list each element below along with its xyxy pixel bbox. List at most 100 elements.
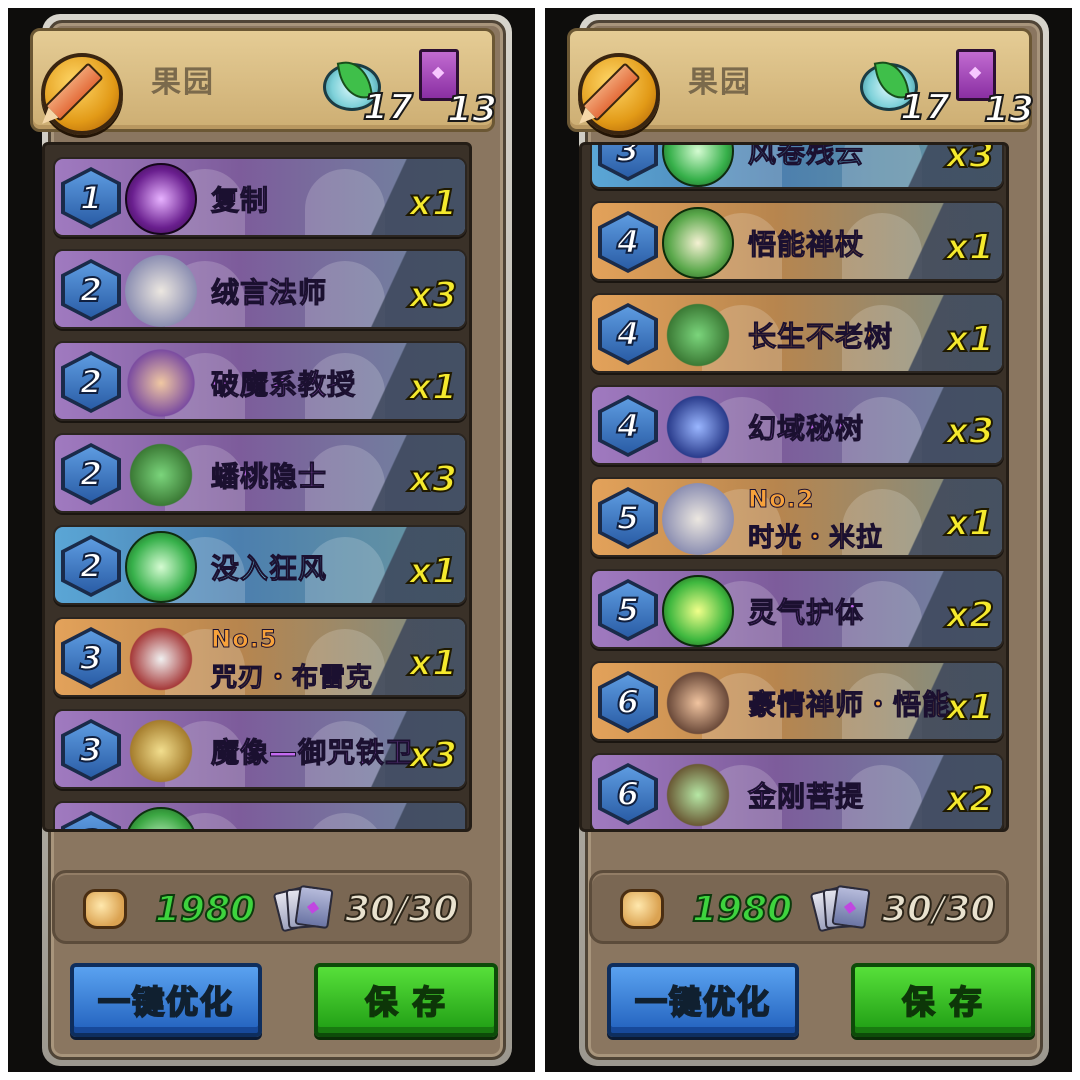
card-quantity: x1	[408, 550, 458, 593]
card-cost: 2	[79, 270, 103, 310]
card-name: 悟能禅杖	[747, 228, 865, 262]
card-cost: 4	[616, 406, 640, 446]
card-row[interactable]: 6 金刚菩提 x2	[590, 753, 1004, 829]
save-button[interactable]: 保 存	[851, 963, 1035, 1037]
card-quantity: x3	[945, 410, 995, 453]
card-name: 幻域秘树	[747, 412, 865, 446]
card-name: 魔像—御咒铁卫	[210, 736, 415, 770]
deck-title: 果园	[151, 65, 215, 100]
deck-stats: 1980 30/30	[52, 870, 472, 944]
card-quantity: x3	[408, 734, 458, 777]
card-row[interactable]: 3 风卷残云 x3	[590, 142, 1004, 189]
card-name: 没入狂风	[210, 552, 328, 586]
auto-optimize-button[interactable]: 一键优化	[607, 963, 799, 1037]
golden-golem-icon	[125, 715, 197, 787]
card-quantity: x2	[945, 778, 995, 821]
book-count: 13	[446, 88, 498, 131]
card-name: 乾坤印	[210, 823, 298, 830]
card-row[interactable]: 5 灵气护体 x2	[590, 569, 1004, 649]
card-number: No.5	[210, 625, 278, 654]
card-name: 时光・米拉	[747, 523, 884, 554]
card-row[interactable]: 2 绒言法师 x3	[53, 249, 467, 329]
card-cost: 2	[79, 546, 103, 586]
card-name: 复制	[210, 184, 270, 218]
deck-panel-left: 果园 17 13 1 复制 x1 2 绒言法师 x3 2 破魔系教授 x1 2 蟠桃隐士 x3 2 没入狂…	[8, 8, 535, 1072]
card-row[interactable]: 3 魔像—御咒铁卫 x3	[53, 709, 467, 789]
card-name: 长生不老树	[747, 320, 894, 354]
card-stack-icon	[809, 884, 871, 933]
deck-header: 果园 17 13	[567, 28, 1035, 135]
deck-power: 1980	[154, 888, 256, 931]
card-row[interactable]: 5 No.2 时光・米拉 x1	[590, 477, 1004, 557]
card-quantity: x3	[408, 274, 458, 317]
deck-card-count: 30/30	[344, 888, 459, 931]
armored-knight-icon	[125, 623, 197, 695]
card-row[interactable]: 3 No.5 咒刃・布雷克 x1	[53, 617, 467, 697]
card-cost: 3	[61, 822, 121, 829]
leaf-count: 17	[362, 86, 414, 129]
card-name: 风卷残云	[747, 142, 865, 170]
card-cost: 3	[79, 638, 103, 678]
peach-tree-hermit-icon	[125, 439, 197, 511]
card-list[interactable]: 1 复制 x1 2 绒言法师 x3 2 破魔系教授 x1 2 蟠桃隐士 x3 2 没入狂风 x1 3 No.5 咒…	[42, 142, 472, 832]
card-name: 豪情禅师・悟能	[747, 688, 952, 722]
card-name: 灵气护体	[747, 596, 865, 630]
ancient-tree-icon	[662, 299, 734, 371]
save-button[interactable]: 保 存	[314, 963, 498, 1037]
card-quantity: x3	[945, 142, 995, 177]
card-quantity: x1	[945, 226, 995, 269]
fist-power-icon	[620, 889, 664, 929]
card-row[interactable]: 6 豪情禅师・悟能 x1	[590, 661, 1004, 741]
card-quantity: x1	[408, 642, 458, 685]
card-cost: 3	[616, 142, 640, 170]
card-row[interactable]: 2 没入狂风 x1	[53, 525, 467, 605]
card-cost: 5	[616, 498, 640, 538]
card-cost: 6	[616, 682, 640, 722]
deck-header: 果园 17 13	[30, 28, 498, 135]
book-count: 13	[983, 88, 1035, 131]
card-cost: 2	[79, 362, 103, 402]
card-quantity: x1	[945, 318, 995, 361]
card-list[interactable]: 3 风卷残云 x3 4 悟能禅杖 x1 4 长生不老树 x1 4 幻域秘树 x3 5 No.2 时光・米拉 x…	[579, 142, 1009, 832]
card-name: 蟠桃隐士	[210, 460, 328, 494]
card-cost: 6	[616, 774, 640, 814]
card-row[interactable]: 2 蟠桃隐士 x3	[53, 433, 467, 513]
card-cost: 1	[79, 178, 103, 218]
card-name: 金刚菩提	[747, 780, 865, 814]
monk-warrior-icon	[662, 667, 734, 739]
bodhi-tree-icon	[662, 759, 734, 829]
card-quantity: x2	[945, 594, 995, 637]
card-cost: 2	[79, 454, 103, 494]
deck-title: 果园	[688, 65, 752, 100]
card-name: 咒刃・布雷克	[210, 663, 374, 694]
card-cost: 4	[616, 314, 640, 354]
white-haired-mage-icon	[125, 255, 197, 327]
card-stack-icon	[272, 884, 334, 933]
card-quantity: x3	[408, 458, 458, 501]
edit-pencil-icon[interactable]	[41, 53, 123, 135]
shadow-clone-icon	[125, 163, 197, 235]
card-row[interactable]: 2 破魔系教授 x1	[53, 341, 467, 421]
monk-staff-icon	[662, 207, 734, 279]
deck-panel-right: 果园 17 13 3 风卷残云 x3 4 悟能禅杖 x1 4 长生不老树 x1 4 幻域秘树 x3 5 N…	[545, 8, 1072, 1072]
card-number: No.2	[747, 485, 815, 514]
red-haired-professor-icon	[125, 347, 197, 419]
deck-card-count: 30/30	[881, 888, 996, 931]
card-quantity: x1	[408, 366, 458, 409]
card-quantity: x1	[408, 826, 458, 829]
edit-pencil-icon[interactable]	[578, 53, 660, 135]
card-quantity: x1	[408, 182, 458, 225]
card-cost: 3	[79, 730, 103, 770]
card-row[interactable]: 4 悟能禅杖 x1	[590, 201, 1004, 281]
card-row[interactable]: 1 复制 x1	[53, 157, 467, 237]
card-row[interactable]: 3 乾坤印 x1	[53, 801, 467, 830]
time-mage-mira-icon	[662, 483, 734, 555]
whirlwind-spell-icon	[125, 531, 197, 603]
card-name: 破魔系教授	[210, 368, 357, 402]
card-row[interactable]: 4 长生不老树 x1	[590, 293, 1004, 373]
card-quantity: x1	[945, 686, 995, 729]
card-row[interactable]: 4 幻域秘树 x3	[590, 385, 1004, 465]
auto-optimize-button[interactable]: 一键优化	[70, 963, 262, 1037]
blue-mystic-tree-icon	[662, 391, 734, 463]
card-name: 绒言法师	[210, 276, 328, 310]
